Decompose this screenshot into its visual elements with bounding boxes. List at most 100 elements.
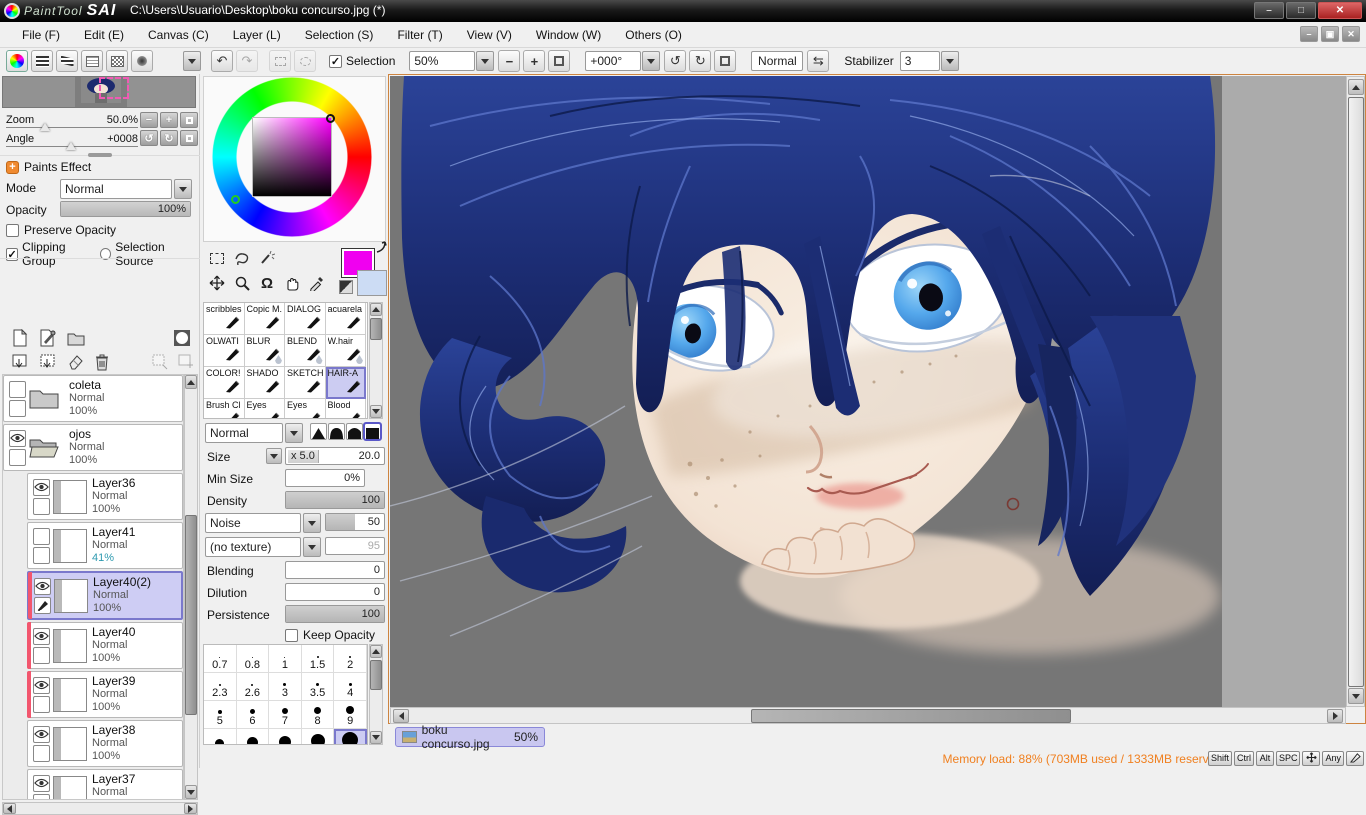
- canvas-hscroll-thumb[interactable]: [751, 709, 1071, 723]
- merge-down-button[interactable]: [38, 352, 58, 372]
- brush-size-3[interactable]: 3: [269, 673, 302, 701]
- eyedropper-tool[interactable]: [305, 271, 329, 295]
- layer-visibility-checkbox[interactable]: [33, 479, 50, 496]
- brush-size-2[interactable]: 2: [334, 645, 367, 673]
- marquee-tool[interactable]: [205, 246, 229, 270]
- brush-size-partial-1[interactable]: [237, 729, 270, 745]
- brush-size-6[interactable]: 6: [237, 701, 270, 729]
- layer-mode-dropdown[interactable]: [174, 179, 192, 199]
- layers-scroll-thumb[interactable]: [185, 515, 197, 715]
- layer-row-coleta[interactable]: coletaNormal100%: [3, 375, 183, 422]
- canvas-vscroll-thumb[interactable]: [1348, 97, 1364, 687]
- brush-preset-olwati[interactable]: OLWATI: [204, 335, 245, 367]
- layer-visibility-checkbox[interactable]: [33, 677, 50, 694]
- layer-visibility-checkbox[interactable]: [9, 430, 26, 447]
- transfer-down-button[interactable]: [10, 352, 30, 372]
- brush-preset-eyes[interactable]: Eyes: [245, 399, 286, 419]
- brush-size-9[interactable]: 9: [334, 701, 367, 729]
- menu-item-window[interactable]: Window (W): [524, 24, 613, 46]
- layers-vscrollbar[interactable]: [184, 374, 198, 800]
- brush-preset-acuarela[interactable]: acuarela: [326, 303, 367, 335]
- menu-item-view[interactable]: View (V): [455, 24, 524, 46]
- hue-marker[interactable]: [231, 195, 240, 204]
- brush-grid-scrollbar[interactable]: [369, 302, 383, 419]
- layers-scroll-right-button[interactable]: [184, 803, 197, 814]
- key-indicator-ctrl[interactable]: Ctrl: [1234, 751, 1254, 766]
- view-mode-button[interactable]: Normal: [751, 51, 803, 71]
- brush-scroll-down[interactable]: [370, 405, 382, 418]
- nav-zoom-in-button[interactable]: +: [160, 112, 178, 128]
- document-tab[interactable]: boku concurso.jpg 50%: [395, 727, 545, 747]
- brush-preset-shado[interactable]: SHADO: [245, 367, 286, 399]
- menu-item-edit[interactable]: Edit (E): [72, 24, 136, 46]
- layer-extra-checkbox[interactable]: [33, 794, 50, 801]
- color-mixer-panel-toggle[interactable]: [56, 50, 78, 72]
- layer-row-layer38[interactable]: Layer38Normal100%: [27, 720, 183, 767]
- canvas-scroll-down[interactable]: [1348, 688, 1364, 704]
- canvas-hscrollbar[interactable]: [390, 707, 1346, 724]
- maximize-button[interactable]: □: [1286, 2, 1316, 19]
- swatches-panel-toggle[interactable]: [106, 50, 128, 72]
- panel-resize-grip[interactable]: [88, 153, 112, 157]
- layer-row-ojos[interactable]: ojosNormal100%: [3, 424, 183, 471]
- layer-visibility-checkbox[interactable]: [34, 578, 51, 595]
- brush-preset-blur[interactable]: BLUR: [245, 335, 286, 367]
- size-grid-scrollbar[interactable]: [369, 644, 383, 745]
- brush-scroll-thumb[interactable]: [370, 318, 382, 340]
- size-scroll-down[interactable]: [370, 731, 382, 744]
- tool-slot-empty-1[interactable]: [280, 246, 304, 270]
- brush-size-4[interactable]: 4: [334, 673, 367, 701]
- edge-hardness-dropdown[interactable]: [303, 513, 321, 533]
- zoom-out-button[interactable]: −: [498, 50, 520, 72]
- zoom-reset-button[interactable]: [548, 50, 570, 72]
- delete-layer-button[interactable]: [92, 352, 112, 372]
- canvas-scroll-up[interactable]: [1348, 79, 1364, 95]
- size-scroll-thumb[interactable]: [370, 660, 382, 690]
- navigator-viewport-rect[interactable]: [99, 77, 129, 99]
- size-scroll-up[interactable]: [370, 645, 382, 658]
- move-tool[interactable]: [205, 271, 229, 295]
- layer-extra-checkbox[interactable]: [9, 400, 26, 417]
- zoom-in-button[interactable]: +: [523, 50, 545, 72]
- nav-zoom-reset-button[interactable]: [180, 112, 198, 128]
- layer-extra-checkbox[interactable]: [33, 647, 50, 664]
- brush-size-1[interactable]: 1: [269, 645, 302, 673]
- menu-item-file[interactable]: File (F): [10, 24, 72, 46]
- min-size-slider[interactable]: 0%: [285, 469, 365, 487]
- brush-preset-color-[interactable]: COLOR!: [204, 367, 245, 399]
- nav-zoom-out-button[interactable]: −: [140, 112, 158, 128]
- persistence-slider[interactable]: 100: [285, 605, 385, 623]
- brush-size-0.8[interactable]: 0.8: [237, 645, 270, 673]
- texture-amount-slider[interactable]: 95: [325, 537, 385, 555]
- layers-scroll-up-button[interactable]: [185, 375, 197, 389]
- selection-checkbox[interactable]: ✓: [329, 55, 342, 68]
- nav-rotate-reset-button[interactable]: [180, 130, 198, 146]
- rotate-reset-button[interactable]: [714, 50, 736, 72]
- preserve-opacity-checkbox[interactable]: [6, 224, 19, 237]
- brush-preset-eyes[interactable]: Eyes: [285, 399, 326, 419]
- brush-size-3.5[interactable]: 3.5: [302, 673, 335, 701]
- canvas-viewport[interactable]: [390, 76, 1346, 707]
- brush-blend-mode-dropdown[interactable]: [285, 423, 303, 443]
- brush-scroll-up[interactable]: [370, 303, 382, 316]
- texture-dropdown[interactable]: [303, 537, 321, 557]
- brush-preset-sketch[interactable]: SKETCH: [285, 367, 326, 399]
- navigator-zoom-slider[interactable]: Zoom 50.0%: [4, 114, 138, 132]
- layers-scroll-left-button[interactable]: [3, 803, 16, 814]
- brush-preset-brush-cl[interactable]: Brush Cl: [204, 399, 245, 419]
- layer-row-layer36[interactable]: Layer36Normal100%: [27, 473, 183, 520]
- secondary-color-swatch[interactable]: [357, 270, 387, 296]
- brush-size-2.6[interactable]: 2.6: [237, 673, 270, 701]
- deselect-button[interactable]: [269, 50, 291, 72]
- new-layer-button[interactable]: [10, 328, 30, 348]
- undo-button[interactable]: ↶: [211, 50, 233, 72]
- gradient-chip-icon[interactable]: [339, 280, 353, 294]
- brush-size-partial-0[interactable]: [204, 729, 237, 745]
- layer-visibility-checkbox[interactable]: [33, 628, 50, 645]
- brush-preset-blood[interactable]: Blood: [326, 399, 367, 419]
- brush-size-0.7[interactable]: 0.7: [204, 645, 237, 673]
- keep-opacity-checkbox[interactable]: [285, 629, 298, 642]
- layer-mask-button[interactable]: [172, 328, 192, 348]
- toolbar-menu-dropdown[interactable]: [183, 51, 201, 71]
- flip-view-button[interactable]: ⇆: [807, 50, 829, 72]
